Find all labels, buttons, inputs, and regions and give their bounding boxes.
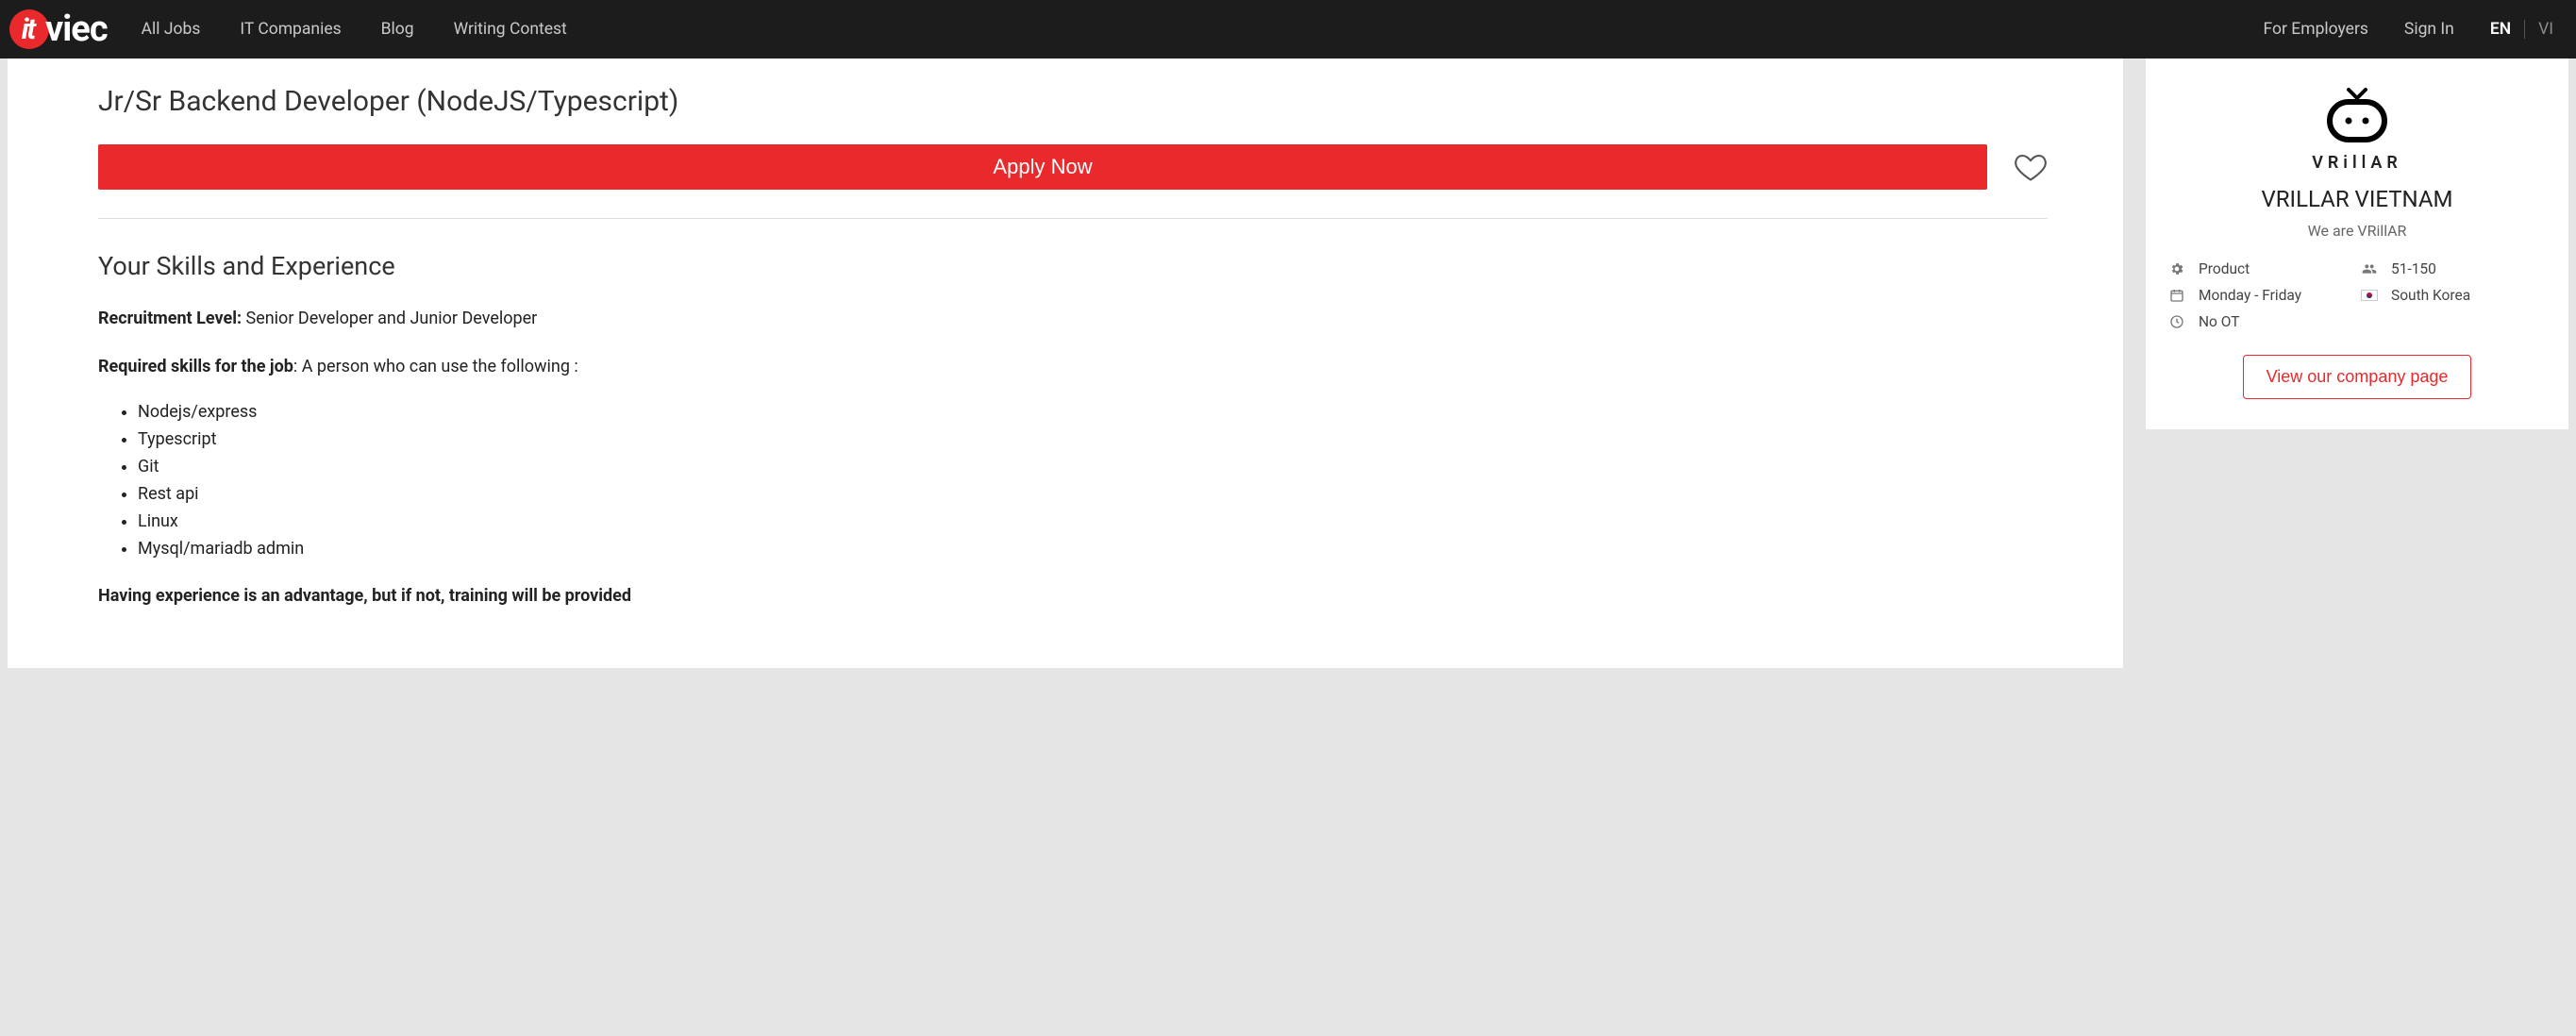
company-ot: No OT (2168, 313, 2353, 330)
company-schedule-value: Monday - Friday (2199, 287, 2301, 304)
lang-separator (2524, 20, 2525, 39)
skills-list: Nodejs/express Typescript Git Rest api L… (138, 402, 2048, 559)
company-sidebar: VRillAR VRILLAR VIETNAM We are VRillAR P… (2146, 58, 2568, 668)
nav-sign-in[interactable]: Sign In (2404, 20, 2454, 39)
nav-writing-contest[interactable]: Writing Contest (454, 20, 567, 39)
company-ot-value: No OT (2199, 313, 2239, 330)
logo-viec: viec (45, 8, 108, 50)
company-name: VRILLAR VIETNAM (2168, 186, 2546, 212)
company-type: Product (2168, 260, 2353, 277)
lang-vi[interactable]: VI (2538, 20, 2553, 39)
apply-button[interactable]: Apply Now (98, 144, 1987, 190)
company-info-grid: Product 51-150 Monday - Friday (2168, 260, 2546, 330)
company-card: VRillAR VRILLAR VIETNAM We are VRillAR P… (2146, 58, 2568, 429)
favorite-icon[interactable] (2014, 150, 2048, 184)
required-value: : A person who can use the following : (293, 357, 578, 376)
recruitment-value: Senior Developer and Junior Developer (246, 309, 538, 328)
language-switcher: EN VI (2490, 20, 2553, 39)
list-item: Mysql/mariadb admin (138, 539, 2048, 559)
nav-for-employers[interactable]: For Employers (2264, 20, 2368, 39)
nav-blog[interactable]: Blog (381, 20, 414, 39)
required-line: Required skills for the job: A person wh… (98, 354, 2048, 381)
company-country-value: South Korea (2391, 287, 2470, 304)
view-company-page-button[interactable]: View our company page (2243, 355, 2472, 399)
company-type-value: Product (2199, 260, 2250, 277)
job-body: Recruitment Level: Senior Developer and … (98, 306, 2048, 610)
gear-icon (2168, 261, 2185, 276)
job-title: Jr/Sr Backend Developer (NodeJS/Typescri… (98, 85, 2048, 118)
list-item: Rest api (138, 484, 2048, 504)
list-item: Linux (138, 511, 2048, 531)
company-size: 51-150 (2361, 260, 2546, 277)
apply-row: Apply Now (98, 144, 2048, 190)
company-country: South Korea (2361, 287, 2546, 304)
primary-nav: All Jobs IT Companies Blog Writing Conte… (142, 20, 2264, 39)
required-label: Required skills for the job (98, 357, 293, 376)
company-logo[interactable]: VRillAR (2312, 87, 2402, 173)
company-size-value: 51-150 (2391, 260, 2436, 277)
job-main: Jr/Sr Backend Developer (NodeJS/Typescri… (8, 58, 2123, 668)
company-schedule: Monday - Friday (2168, 287, 2353, 304)
company-logo-icon (2317, 87, 2398, 145)
people-icon (2361, 261, 2378, 276)
recruitment-line: Recruitment Level: Senior Developer and … (98, 306, 2048, 333)
list-item: Git (138, 457, 2048, 476)
company-tagline: We are VRillAR (2168, 222, 2546, 240)
divider (98, 218, 2048, 219)
clock-icon (2168, 314, 2185, 329)
nav-all-jobs[interactable]: All Jobs (142, 20, 201, 39)
calendar-icon (2168, 288, 2185, 303)
nav-it-companies[interactable]: IT Companies (240, 20, 341, 39)
advantage-text: Having experience is an advantage, but i… (98, 586, 631, 606)
navbar: it viec All Jobs IT Companies Blog Writi… (0, 0, 2576, 58)
flag-icon (2361, 290, 2378, 301)
company-logo-wrap: VRillAR (2168, 81, 2546, 186)
list-item: Nodejs/express (138, 402, 2048, 422)
skills-heading: Your Skills and Experience (98, 251, 2048, 281)
advantage-line: Having experience is an advantage, but i… (98, 583, 2048, 610)
site-logo[interactable]: it viec (9, 8, 108, 50)
company-logo-text: VRillAR (2312, 153, 2402, 173)
list-item: Typescript (138, 429, 2048, 449)
nav-right: For Employers Sign In EN VI (2264, 20, 2553, 39)
recruitment-label: Recruitment Level: (98, 309, 242, 328)
logo-it: it (9, 9, 49, 49)
lang-en[interactable]: EN (2490, 20, 2511, 39)
